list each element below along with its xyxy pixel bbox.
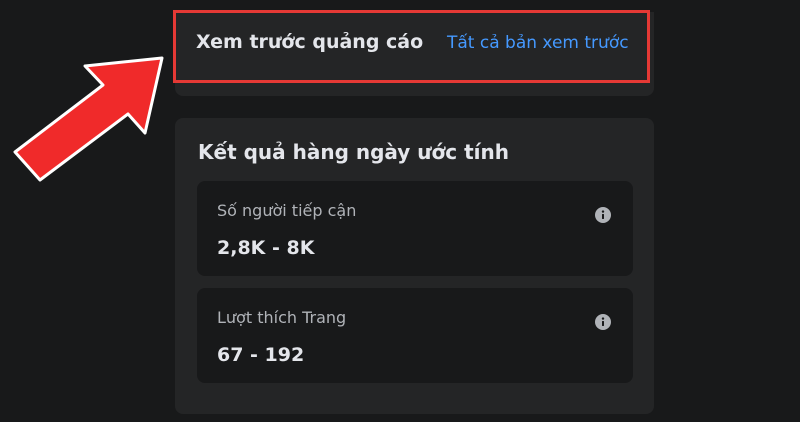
estimated-results-title: Kết quả hàng ngày ước tính <box>198 140 509 164</box>
metric-reach-value: 2,8K - 8K <box>217 237 315 259</box>
metric-page-likes-value: 67 - 192 <box>217 344 305 366</box>
metric-reach: Số người tiếp cận 2,8K - 8K <box>197 181 633 276</box>
red-arrow-annotation <box>13 56 164 182</box>
page: Xem trước quảng cáo Tất cả bản xem trước… <box>0 0 800 422</box>
metric-reach-label: Số người tiếp cận <box>217 201 357 220</box>
metric-page-likes: Lượt thích Trang 67 - 192 <box>197 288 633 383</box>
info-icon[interactable] <box>595 314 611 330</box>
metric-page-likes-label: Lượt thích Trang <box>217 308 347 327</box>
info-icon[interactable] <box>595 207 611 223</box>
highlight-box <box>173 10 650 83</box>
